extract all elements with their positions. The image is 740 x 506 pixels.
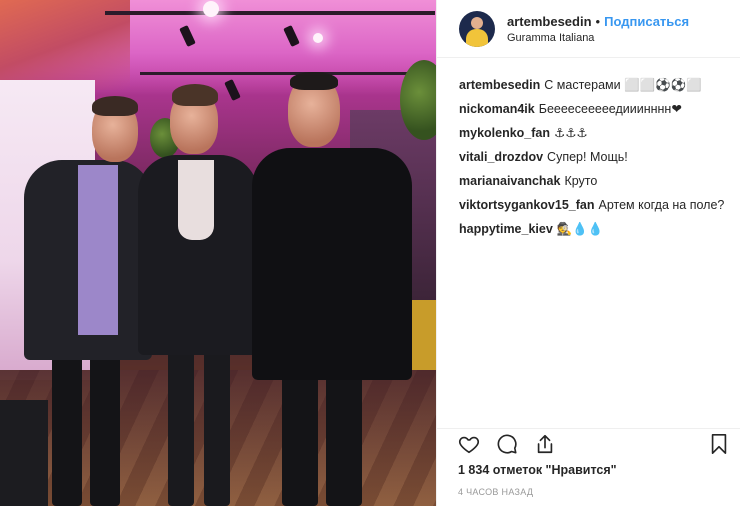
action-bar: [436, 428, 740, 458]
comment-username[interactable]: mykolenko_fan: [459, 126, 550, 140]
comment-text: Артем когда на поле?: [598, 198, 725, 212]
comment-item: happytime_kiev 🕵💧💧: [459, 221, 740, 245]
separator-dot: •: [595, 14, 601, 29]
bookmark-icon[interactable]: [708, 433, 730, 455]
post-photo[interactable]: [0, 0, 436, 506]
follow-button[interactable]: Подписаться: [604, 13, 689, 30]
comment-list: artembesedin С мастерами ⬜⬜⚽⚽⬜ nickoman4i…: [437, 58, 740, 245]
like-count[interactable]: 1 834 отметок "Нравится": [458, 463, 617, 477]
comment-item: marianaivanchak Круто: [459, 173, 740, 197]
light-rail: [140, 72, 435, 75]
comment-item: mykolenko_fan ⚓⚓⚓: [459, 125, 740, 149]
location-link[interactable]: Guramma Italiana: [507, 32, 689, 44]
comment-username[interactable]: viktortsygankov15_fan: [459, 198, 594, 212]
comment-bubble-icon[interactable]: [496, 433, 518, 455]
speaker: [0, 400, 48, 506]
comment-text: Беееесееееедииинннн❤: [538, 102, 682, 116]
comment-item: nickoman4ik Беееесееееедииинннн❤: [459, 101, 740, 125]
avatar[interactable]: [459, 10, 495, 47]
comment-item: vitali_drozdov Супер! Мощь!: [459, 149, 740, 173]
comment-text: С мастерами ⬜⬜⚽⚽⬜: [544, 78, 702, 92]
ceiling-lamp: [313, 33, 323, 43]
comment-item: viktortsygankov15_fan Артем когда на поле…: [459, 197, 740, 221]
comment-username[interactable]: vitali_drozdov: [459, 150, 543, 164]
comment-text: 🕵💧💧: [556, 222, 604, 236]
comment-username[interactable]: artembesedin: [459, 78, 540, 92]
comment-username[interactable]: marianaivanchak: [459, 174, 560, 188]
comment-text: Супер! Мощь!: [547, 150, 628, 164]
instagram-post: artembesedin • Подписаться Guramma Itali…: [0, 0, 740, 506]
share-icon[interactable]: [534, 433, 556, 455]
author-username[interactable]: artembesedin: [507, 13, 592, 30]
comment-username[interactable]: happytime_kiev: [459, 222, 553, 236]
comment-text: Круто: [564, 174, 598, 188]
post-header: artembesedin • Подписаться Guramma Itali…: [437, 0, 740, 58]
heart-icon[interactable]: [458, 433, 480, 455]
comment-item: artembesedin С мастерами ⬜⬜⚽⚽⬜: [459, 77, 740, 101]
light-rail: [105, 11, 435, 15]
post-timestamp: 4 ЧАСОВ НАЗАД: [458, 487, 534, 497]
ceiling-lamp: [203, 1, 219, 17]
comment-text: ⚓⚓⚓: [554, 126, 588, 140]
comment-username[interactable]: nickoman4ik: [459, 102, 535, 116]
